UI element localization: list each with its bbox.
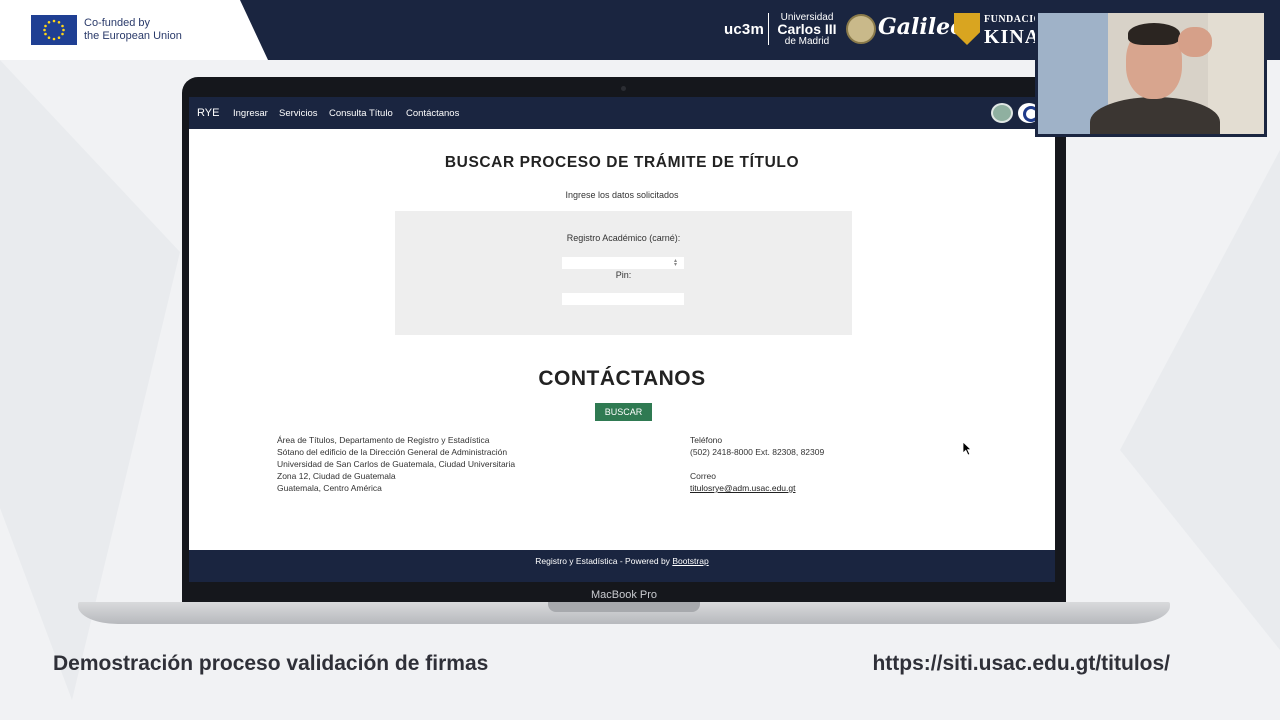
nav-link-servicios[interactable]: Servicios: [279, 108, 318, 119]
uc3m-name-line3: de Madrid: [784, 36, 830, 47]
mouse-cursor-icon: [962, 441, 972, 456]
address-line: Zona 12, Ciudad de Guatemala: [277, 471, 396, 481]
phone-value: (502) 2418-8000 Ext. 82308, 82309: [690, 447, 825, 457]
pin-label: Pin:: [615, 270, 632, 280]
uc3m-divider: [768, 13, 769, 45]
laptop-model-label: MacBook Pro: [590, 589, 658, 601]
page-title: BUSCAR PROCESO DE TRÁMITE DE TÍTULO: [444, 154, 800, 171]
page-subtitle: Ingrese los datos solicitados: [565, 190, 679, 200]
nav-link-consulta-titulo[interactable]: Consulta Título: [329, 108, 393, 119]
nav-link-contactanos[interactable]: Contáctanos: [406, 108, 459, 119]
galileo-seal-icon: [846, 14, 876, 44]
uc3m-university-name: Universidad Carlos III de Madrid: [775, 12, 839, 47]
uc3m-logo: uc3m: [724, 21, 764, 38]
presenter-hand: [1178, 27, 1212, 57]
presenter-hair: [1128, 23, 1180, 45]
address-line: Guatemala, Centro América: [277, 483, 382, 493]
eu-flag-icon: [31, 15, 77, 45]
email-link[interactable]: titulosrye@adm.usac.edu.gt: [690, 483, 796, 493]
site-navbar: RYE Ingresar Servicios Consulta Título C…: [189, 97, 1055, 129]
presenter-webcam: [1035, 10, 1267, 137]
footer-text: Registro y Estadística - Powered by Boot…: [189, 556, 1055, 566]
address-line: Sótano del edificio de la Dirección Gene…: [277, 447, 508, 457]
registro-academico-label: Registro Académico (carné):: [566, 233, 681, 243]
number-spinner-icon[interactable]: ▴ ▾: [674, 258, 681, 268]
background-shape-right: [1120, 150, 1280, 650]
eu-text-line1: Co-funded by: [84, 17, 151, 29]
phone-label: Teléfono: [690, 435, 723, 445]
bootstrap-link[interactable]: Bootstrap: [672, 556, 708, 566]
nav-link-ingresar[interactable]: Ingresar: [233, 108, 268, 119]
demo-url: https://siti.usac.edu.gt/titulos/: [872, 652, 1170, 675]
footer-credit: Registro y Estadística - Powered by: [535, 556, 673, 566]
buscar-button[interactable]: BUSCAR: [595, 403, 652, 421]
registro-academico-input[interactable]: [562, 257, 684, 269]
eu-cofunded-text: Co-funded by the European Union: [84, 17, 224, 43]
demo-caption: Demostración proceso validación de firma…: [53, 652, 489, 675]
laptop-camera: [621, 86, 626, 91]
pin-input[interactable]: [562, 293, 684, 305]
site-footer: Registro y Estadística - Powered by Boot…: [189, 550, 1055, 582]
galileo-logo: Galileo: [878, 14, 965, 40]
address-line: Área de Títulos, Departamento de Registr…: [277, 435, 490, 445]
uc3m-name-line2: Carlos III: [777, 21, 837, 37]
contact-heading: CONTÁCTANOS: [538, 367, 706, 390]
usac-seal-icon: [991, 103, 1013, 123]
email-label: Correo: [690, 471, 716, 481]
presenter-body: [1090, 97, 1220, 134]
browser-viewport: RYE Ingresar Servicios Consulta Título C…: [189, 97, 1055, 582]
address-line: Universidad de San Carlos de Guatemala, …: [277, 459, 516, 469]
laptop-notch: [548, 602, 700, 612]
search-form: Registro Académico (carné): ▴ ▾ Pin: BUSC…: [395, 211, 852, 421]
navbar-brand[interactable]: RYE: [197, 107, 219, 119]
eu-text-line2: the European Union: [84, 30, 182, 42]
